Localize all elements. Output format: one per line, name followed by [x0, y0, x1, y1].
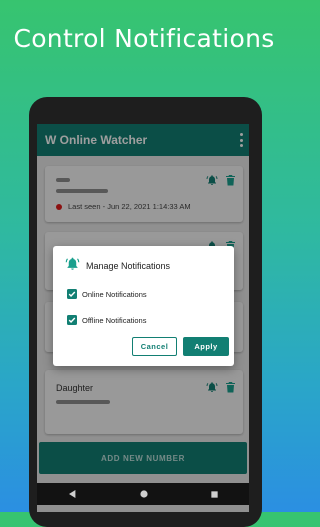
offline-notifications-option[interactable]: Offline Notifications: [67, 315, 146, 325]
manage-notifications-dialog: Manage Notifications Online Notification…: [53, 246, 234, 366]
dialog-header: Manage Notifications: [65, 256, 170, 276]
apply-button[interactable]: Apply: [183, 337, 229, 356]
online-notifications-label: Online Notifications: [82, 289, 147, 299]
bell-ring-icon: [65, 256, 80, 276]
system-nav-bar: [37, 483, 249, 505]
recents-nav-icon[interactable]: [210, 485, 218, 503]
promo-title: Control Notifications: [13, 24, 275, 53]
home-nav-icon[interactable]: [139, 485, 148, 503]
dialog-title: Manage Notifications: [86, 261, 171, 271]
cancel-button[interactable]: Cancel: [132, 337, 177, 356]
back-nav-icon[interactable]: [68, 485, 77, 503]
online-notifications-checkbox[interactable]: [67, 289, 77, 299]
offline-notifications-checkbox[interactable]: [67, 315, 77, 325]
offline-notifications-label: Offline Notifications: [82, 315, 147, 325]
online-notifications-option[interactable]: Online Notifications: [67, 289, 147, 299]
